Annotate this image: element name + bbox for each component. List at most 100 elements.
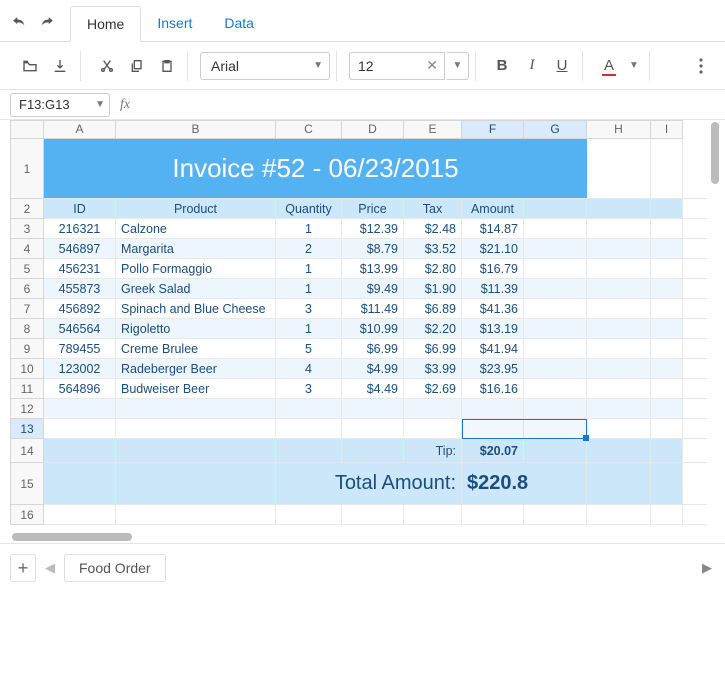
cell[interactable] — [587, 299, 651, 318]
cell[interactable] — [276, 505, 342, 524]
cell[interactable]: Rigoletto — [116, 319, 276, 338]
redo-button[interactable] — [38, 14, 56, 32]
cell[interactable] — [651, 419, 683, 438]
column-header[interactable]: G — [524, 120, 587, 139]
cell[interactable] — [276, 439, 342, 462]
cell[interactable]: $6.99 — [342, 339, 404, 358]
cell[interactable] — [587, 439, 651, 462]
cell[interactable]: $3.99 — [404, 359, 462, 378]
cell[interactable] — [587, 419, 651, 438]
cell[interactable]: $41.36 — [462, 299, 524, 318]
cell[interactable] — [524, 505, 587, 524]
cell[interactable] — [651, 139, 683, 198]
cell[interactable]: Greek Salad — [116, 279, 276, 298]
cell[interactable] — [524, 399, 587, 418]
cell[interactable] — [524, 299, 587, 318]
cell[interactable] — [524, 359, 587, 378]
cell[interactable] — [524, 279, 587, 298]
row-header[interactable]: 4 — [10, 239, 44, 259]
cell[interactable]: 1 — [276, 319, 342, 338]
cell[interactable] — [651, 299, 683, 318]
font-size-dropdown[interactable]: ▼ — [447, 52, 469, 80]
cell[interactable] — [651, 259, 683, 278]
cell[interactable]: $6.89 — [404, 299, 462, 318]
underline-button[interactable]: U — [548, 52, 576, 80]
row-header[interactable]: 7 — [10, 299, 44, 319]
cell[interactable] — [524, 239, 587, 258]
cell[interactable]: $16.79 — [462, 259, 524, 278]
cell[interactable] — [342, 505, 404, 524]
cell[interactable] — [404, 419, 462, 438]
cell[interactable]: $12.39 — [342, 219, 404, 238]
cell[interactable]: $6.99 — [404, 339, 462, 358]
grid[interactable]: Invoice #52 - 06/23/2015IDProductQuantit… — [44, 139, 707, 529]
cell[interactable]: $4.49 — [342, 379, 404, 398]
cell[interactable] — [524, 319, 587, 338]
cell[interactable]: $2.20 — [404, 319, 462, 338]
cell[interactable] — [342, 439, 404, 462]
cell[interactable] — [524, 379, 587, 398]
row-header[interactable]: 9 — [10, 339, 44, 359]
font-size-input[interactable]: 12 ✕ — [349, 52, 445, 80]
cell[interactable]: 455873 — [44, 279, 116, 298]
cell[interactable]: 123002 — [44, 359, 116, 378]
cell[interactable]: $1.90 — [404, 279, 462, 298]
cell[interactable] — [44, 399, 116, 418]
cell[interactable]: $21.10 — [462, 239, 524, 258]
download-button[interactable] — [46, 52, 74, 80]
sheet-tab[interactable]: Food Order — [64, 554, 166, 582]
cell[interactable]: Pollo Formaggio — [116, 259, 276, 278]
cell[interactable] — [651, 399, 683, 418]
cell[interactable] — [651, 505, 683, 524]
cell[interactable] — [587, 219, 651, 238]
vertical-scrollbar[interactable] — [709, 120, 721, 529]
select-all-corner[interactable] — [10, 120, 44, 139]
cell[interactable] — [587, 463, 651, 504]
cell[interactable]: $11.39 — [462, 279, 524, 298]
cell[interactable]: $2.48 — [404, 219, 462, 238]
row-header[interactable]: 12 — [10, 399, 44, 419]
cell[interactable] — [587, 379, 651, 398]
cell[interactable] — [587, 279, 651, 298]
cell[interactable] — [587, 259, 651, 278]
row-header[interactable]: 6 — [10, 279, 44, 299]
cell[interactable]: Tax — [404, 199, 462, 218]
column-header[interactable]: B — [116, 120, 276, 139]
scroll-sheets-right[interactable]: ▶ — [699, 554, 715, 582]
cell[interactable]: 3 — [276, 379, 342, 398]
cell[interactable]: Tip: — [404, 439, 462, 462]
cell[interactable]: 4 — [276, 359, 342, 378]
tab-insert[interactable]: Insert — [141, 6, 208, 40]
row-header[interactable]: 3 — [10, 219, 44, 239]
cell[interactable]: $3.52 — [404, 239, 462, 258]
cell[interactable] — [651, 359, 683, 378]
column-header[interactable]: H — [587, 120, 651, 139]
scrollbar-thumb[interactable] — [12, 533, 132, 541]
cell[interactable]: 456231 — [44, 259, 116, 278]
tab-data[interactable]: Data — [208, 6, 270, 40]
cell[interactable]: Creme Brulee — [116, 339, 276, 358]
open-button[interactable] — [16, 52, 44, 80]
row-header[interactable]: 2 — [10, 199, 44, 219]
cell[interactable] — [587, 239, 651, 258]
tab-home[interactable]: Home — [70, 6, 141, 42]
scroll-sheets-left[interactable]: ◀ — [42, 554, 58, 582]
row-header[interactable]: 14 — [10, 439, 44, 463]
horizontal-scrollbar[interactable] — [10, 531, 707, 543]
cell[interactable] — [651, 439, 683, 462]
row-header[interactable]: 15 — [10, 463, 44, 505]
cell[interactable] — [116, 505, 276, 524]
cell[interactable] — [524, 419, 587, 438]
cell[interactable]: 216321 — [44, 219, 116, 238]
row-header[interactable]: 13 — [10, 419, 44, 439]
add-sheet-button[interactable]: + — [10, 554, 36, 582]
cell[interactable] — [116, 463, 276, 504]
chevron-down-icon[interactable]: ▼ — [95, 99, 105, 110]
cell[interactable]: 564896 — [44, 379, 116, 398]
cell[interactable] — [44, 505, 116, 524]
formula-input[interactable] — [140, 93, 715, 117]
cell[interactable]: $4.99 — [342, 359, 404, 378]
cell[interactable]: Price — [342, 199, 404, 218]
italic-button[interactable]: I — [518, 52, 546, 80]
cell[interactable] — [524, 439, 587, 462]
